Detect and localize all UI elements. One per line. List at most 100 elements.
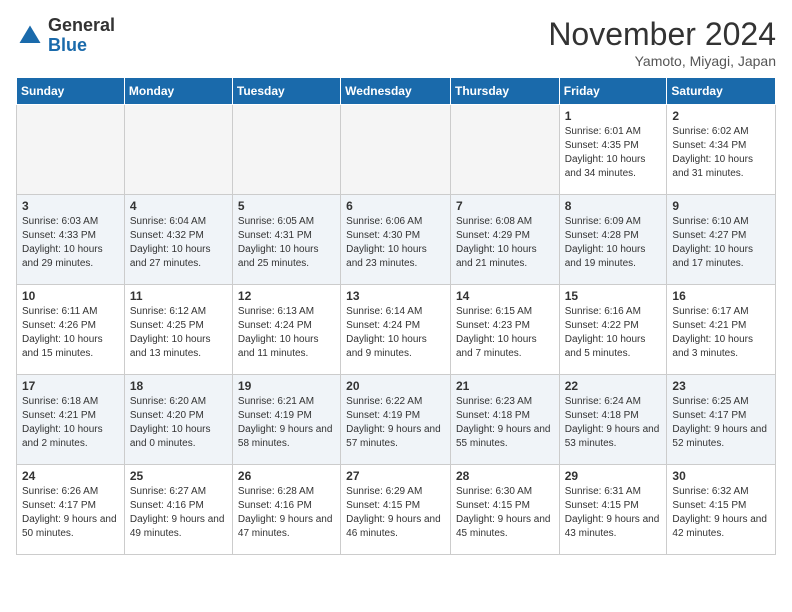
- title-block: November 2024 Yamoto, Miyagi, Japan: [548, 16, 776, 69]
- day-number: 17: [22, 379, 119, 393]
- day-cell: 6Sunrise: 6:06 AMSunset: 4:30 PMDaylight…: [341, 195, 451, 285]
- logo-blue: Blue: [48, 36, 115, 56]
- day-number: 8: [565, 199, 662, 213]
- day-cell: 15 Sunrise: 6:16 AMSunset: 4:22 PMDayligh…: [559, 285, 667, 375]
- day-number: 16: [672, 289, 770, 303]
- day-info: Sunrise: 6:08 AMSunset: 4:29 PMDaylight:…: [456, 215, 554, 271]
- day-info: Sunrise: 6:01 AMSunset: 4:35 PMDaylight:…: [565, 125, 662, 181]
- day-info: Sunrise: 6:29 AMSunset: 4:15 PMDaylight:…: [346, 485, 445, 541]
- col-header-monday: Monday: [124, 78, 232, 105]
- day-info: Sunrise: 6:23 AMSunset: 4:18 PMDaylight:…: [456, 395, 554, 451]
- day-info: Sunrise: 6:22 AMSunset: 4:19 PMDaylight:…: [346, 395, 445, 451]
- day-info: Sunrise: 6:20 AMSunset: 4:20 PMDaylight:…: [130, 395, 227, 451]
- day-cell: 24 Sunrise: 6:26 AMSunset: 4:17 PMDayligh…: [17, 465, 125, 555]
- day-number: 30: [672, 469, 770, 483]
- day-cell: [17, 105, 125, 195]
- logo: General Blue: [16, 16, 115, 56]
- day-number: 2: [672, 109, 770, 123]
- day-cell: 3 Sunrise: 6:03 AMSunset: 4:33 PMDaylight…: [17, 195, 125, 285]
- day-number: 22: [565, 379, 662, 393]
- day-info: Sunrise: 6:14 AMSunset: 4:24 PMDaylight:…: [346, 305, 445, 361]
- day-number: 27: [346, 469, 445, 483]
- day-cell: 5 Sunrise: 6:05 AMSunset: 4:31 PMDaylight…: [232, 195, 340, 285]
- day-cell: 23 Sunrise: 6:25 AMSunset: 4:17 PMDayligh…: [667, 375, 776, 465]
- day-number: 5: [238, 199, 335, 213]
- day-number: 18: [130, 379, 227, 393]
- day-number: 12: [238, 289, 335, 303]
- day-cell: [232, 105, 340, 195]
- col-header-sunday: Sunday: [17, 78, 125, 105]
- week-row-4: 17Sunrise: 6:18 AMSunset: 4:21 PMDayligh…: [17, 375, 776, 465]
- col-header-saturday: Saturday: [667, 78, 776, 105]
- day-cell: 2 Sunrise: 6:02 AMSunset: 4:34 PMDaylight…: [667, 105, 776, 195]
- day-number: 3: [22, 199, 119, 213]
- day-cell: 19 Sunrise: 6:21 AMSunset: 4:19 PMDayligh…: [232, 375, 340, 465]
- day-cell: 30Sunrise: 6:32 AMSunset: 4:15 PMDayligh…: [667, 465, 776, 555]
- day-number: 11: [130, 289, 227, 303]
- day-number: 1: [565, 109, 662, 123]
- day-info: Sunrise: 6:21 AMSunset: 4:19 PMDaylight:…: [238, 395, 335, 451]
- day-cell: 16 Sunrise: 6:17 AMSunset: 4:21 PMDayligh…: [667, 285, 776, 375]
- day-cell: 9 Sunrise: 6:10 AMSunset: 4:27 PMDaylight…: [667, 195, 776, 285]
- day-info: Sunrise: 6:17 AMSunset: 4:21 PMDaylight:…: [672, 305, 770, 361]
- day-number: 29: [565, 469, 662, 483]
- day-number: 15: [565, 289, 662, 303]
- month-title: November 2024: [548, 16, 776, 53]
- day-cell: 4Sunrise: 6:04 AMSunset: 4:32 PMDaylight…: [124, 195, 232, 285]
- col-header-tuesday: Tuesday: [232, 78, 340, 105]
- day-cell: 17Sunrise: 6:18 AMSunset: 4:21 PMDayligh…: [17, 375, 125, 465]
- day-cell: 20 Sunrise: 6:22 AMSunset: 4:19 PMDayligh…: [341, 375, 451, 465]
- day-cell: 11Sunrise: 6:12 AMSunset: 4:25 PMDayligh…: [124, 285, 232, 375]
- day-number: 13: [346, 289, 445, 303]
- day-cell: [450, 105, 559, 195]
- day-info: Sunrise: 6:16 AMSunset: 4:22 PMDaylight:…: [565, 305, 662, 361]
- day-number: 20: [346, 379, 445, 393]
- day-info: Sunrise: 6:05 AMSunset: 4:31 PMDaylight:…: [238, 215, 335, 271]
- day-number: 7: [456, 199, 554, 213]
- logo-text: General Blue: [48, 16, 115, 56]
- day-info: Sunrise: 6:31 AMSunset: 4:15 PMDaylight:…: [565, 485, 662, 541]
- day-cell: 18 Sunrise: 6:20 AMSunset: 4:20 PMDayligh…: [124, 375, 232, 465]
- day-cell: 27 Sunrise: 6:29 AMSunset: 4:15 PMDayligh…: [341, 465, 451, 555]
- day-info: Sunrise: 6:03 AMSunset: 4:33 PMDaylight:…: [22, 215, 119, 271]
- day-cell: 13 Sunrise: 6:14 AMSunset: 4:24 PMDayligh…: [341, 285, 451, 375]
- day-info: Sunrise: 6:02 AMSunset: 4:34 PMDaylight:…: [672, 125, 770, 181]
- day-cell: 1 Sunrise: 6:01 AMSunset: 4:35 PMDaylight…: [559, 105, 667, 195]
- day-info: Sunrise: 6:26 AMSunset: 4:17 PMDaylight:…: [22, 485, 119, 541]
- logo-general: General: [48, 16, 115, 36]
- week-row-5: 24 Sunrise: 6:26 AMSunset: 4:17 PMDayligh…: [17, 465, 776, 555]
- header: General Blue November 2024 Yamoto, Miyag…: [16, 16, 776, 69]
- day-info: Sunrise: 6:15 AMSunset: 4:23 PMDaylight:…: [456, 305, 554, 361]
- day-cell: [341, 105, 451, 195]
- day-number: 19: [238, 379, 335, 393]
- day-info: Sunrise: 6:13 AMSunset: 4:24 PMDaylight:…: [238, 305, 335, 361]
- week-row-1: 1 Sunrise: 6:01 AMSunset: 4:35 PMDaylight…: [17, 105, 776, 195]
- day-number: 10: [22, 289, 119, 303]
- logo-icon: [16, 22, 44, 50]
- day-info: Sunrise: 6:27 AMSunset: 4:16 PMDaylight:…: [130, 485, 227, 541]
- day-info: Sunrise: 6:30 AMSunset: 4:15 PMDaylight:…: [456, 485, 554, 541]
- day-number: 9: [672, 199, 770, 213]
- day-number: 21: [456, 379, 554, 393]
- day-number: 24: [22, 469, 119, 483]
- day-number: 6: [346, 199, 445, 213]
- day-cell: 28Sunrise: 6:30 AMSunset: 4:15 PMDayligh…: [450, 465, 559, 555]
- day-number: 25: [130, 469, 227, 483]
- col-header-wednesday: Wednesday: [341, 78, 451, 105]
- day-cell: 26Sunrise: 6:28 AMSunset: 4:16 PMDayligh…: [232, 465, 340, 555]
- week-row-3: 10 Sunrise: 6:11 AMSunset: 4:26 PMDayligh…: [17, 285, 776, 375]
- day-cell: 8Sunrise: 6:09 AMSunset: 4:28 PMDaylight…: [559, 195, 667, 285]
- day-info: Sunrise: 6:28 AMSunset: 4:16 PMDaylight:…: [238, 485, 335, 541]
- day-cell: 7 Sunrise: 6:08 AMSunset: 4:29 PMDaylight…: [450, 195, 559, 285]
- day-info: Sunrise: 6:10 AMSunset: 4:27 PMDaylight:…: [672, 215, 770, 271]
- day-number: 4: [130, 199, 227, 213]
- day-cell: 10 Sunrise: 6:11 AMSunset: 4:26 PMDayligh…: [17, 285, 125, 375]
- day-cell: 29 Sunrise: 6:31 AMSunset: 4:15 PMDayligh…: [559, 465, 667, 555]
- location: Yamoto, Miyagi, Japan: [548, 53, 776, 69]
- day-cell: 22Sunrise: 6:24 AMSunset: 4:18 PMDayligh…: [559, 375, 667, 465]
- day-info: Sunrise: 6:25 AMSunset: 4:17 PMDaylight:…: [672, 395, 770, 451]
- day-cell: [124, 105, 232, 195]
- day-info: Sunrise: 6:11 AMSunset: 4:26 PMDaylight:…: [22, 305, 119, 361]
- day-number: 23: [672, 379, 770, 393]
- day-cell: 12 Sunrise: 6:13 AMSunset: 4:24 PMDayligh…: [232, 285, 340, 375]
